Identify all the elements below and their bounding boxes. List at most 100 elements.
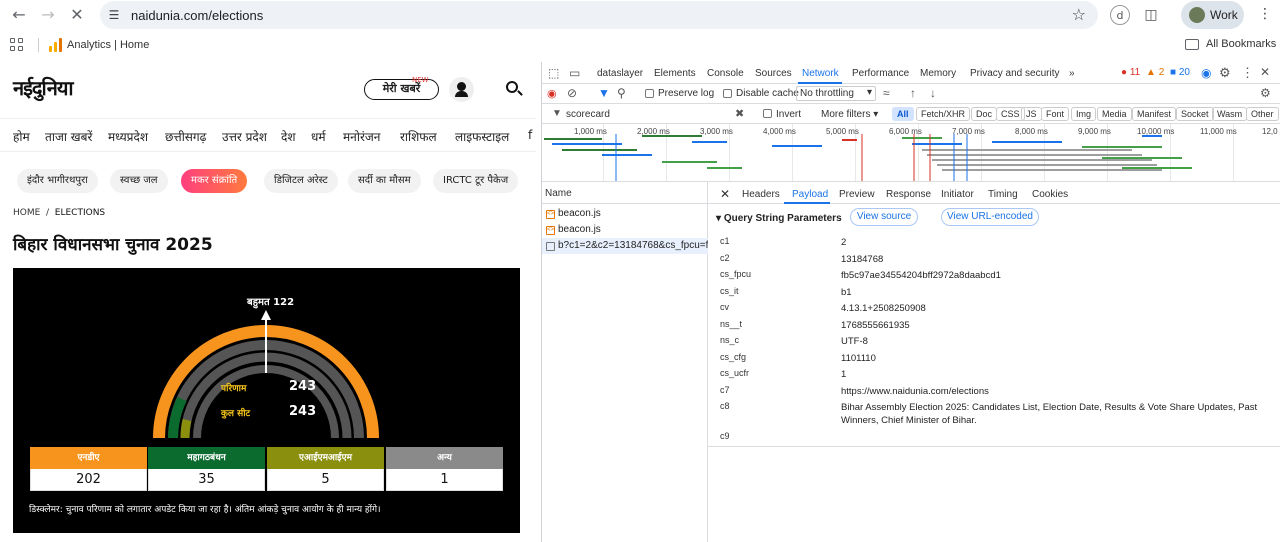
error-count[interactable]: ● 11 [1121, 67, 1140, 78]
breadcrumb-home[interactable]: HOME [13, 208, 40, 218]
devtools-menu-icon[interactable]: ⋮ [1241, 65, 1254, 81]
throttling-select[interactable]: No throttling ▾ [796, 86, 876, 101]
more-filters-dropdown[interactable]: More filters ▾ [821, 109, 878, 120]
network-timeline[interactable]: 1,000 ms 2,000 ms 3,000 ms 4,000 ms 5,00… [542, 124, 1280, 182]
profile-button[interactable]: Work [1181, 1, 1244, 29]
tab-console[interactable]: Console [707, 68, 744, 79]
nav-item-desh[interactable]: देश [281, 128, 296, 145]
chip-swachh-jal[interactable]: स्वच्छ जल [110, 169, 168, 193]
name-column-header[interactable]: Name [542, 182, 708, 204]
tab-dataslayer[interactable]: dataslayer [597, 68, 643, 79]
nav-item-manoranjan[interactable]: मनोरंजन [343, 128, 380, 145]
nav-item-cg[interactable]: छत्तीसगढ़ [165, 128, 206, 145]
clear-filter-icon[interactable]: ✖ [735, 107, 744, 120]
tab-privacy-security[interactable]: Privacy and security [970, 68, 1059, 79]
filter-js[interactable]: JS [1021, 107, 1042, 121]
user-icon[interactable] [449, 77, 474, 102]
nav-item-up[interactable]: उत्तर प्रदेश [222, 128, 267, 145]
warning-count[interactable]: ▲ 2 [1146, 67, 1164, 78]
error-count-value: 11 [1129, 67, 1141, 78]
back-icon[interactable]: ← [8, 4, 30, 26]
extension-d-icon[interactable]: d [1110, 5, 1130, 25]
clear-icon[interactable]: ⊘ [567, 86, 577, 100]
preserve-log-checkbox[interactable] [645, 89, 654, 98]
filter-other[interactable]: Other [1246, 107, 1279, 121]
tab-elements[interactable]: Elements [654, 68, 696, 79]
forward-icon[interactable]: → [37, 4, 59, 26]
record-icon[interactable]: ◉ [547, 87, 557, 100]
filter-fetch-xhr[interactable]: Fetch/XHR [916, 107, 971, 121]
filter-icon[interactable]: ▼ [598, 86, 610, 100]
nav-item-more[interactable]: f [528, 128, 532, 142]
device-toolbar-icon[interactable]: ▭ [569, 66, 580, 80]
dataslayer-ext-icon[interactable]: ◉ [1201, 66, 1211, 80]
invert-checkbox[interactable] [763, 109, 772, 118]
nav-item-mp[interactable]: मध्यप्रदेश [108, 128, 148, 145]
filter-socket[interactable]: Socket [1176, 107, 1214, 121]
search-icon[interactable] [506, 81, 518, 93]
issue-count-value: 20 [1178, 67, 1190, 78]
stop-icon[interactable]: ✕ [66, 4, 88, 26]
filter-font[interactable]: Font [1041, 107, 1070, 121]
network-settings-icon[interactable]: ⚙ [1260, 86, 1271, 100]
filter-doc[interactable]: Doc [971, 107, 998, 121]
address-bar[interactable]: ☰ naidunia.com/elections ☆ [100, 1, 1098, 29]
tab-network[interactable]: Network [802, 68, 839, 79]
more-tabs-icon[interactable]: » [1069, 68, 1075, 79]
chip-makar-sankranti[interactable]: मकर संक्रांति [181, 169, 248, 193]
detail-tab-preview[interactable]: Preview [839, 189, 875, 200]
section-toggle[interactable]: ▾ Query String Parameters [716, 213, 842, 224]
detail-tab-response[interactable]: Response [886, 189, 931, 200]
chip-sardi[interactable]: सर्दी का मौसम [348, 169, 421, 193]
request-name: beacon.js [558, 224, 601, 235]
filter-wasm[interactable]: Wasm [1212, 107, 1248, 121]
import-har-icon[interactable]: ↑ [910, 86, 916, 100]
meri-khabar-button[interactable]: मेरी खबरें NEW [364, 76, 439, 100]
nav-item-rashifal[interactable]: राशिफल [400, 128, 437, 145]
detail-tab-payload[interactable]: Payload [792, 189, 828, 200]
issue-count[interactable]: ■ 20 [1170, 67, 1190, 78]
filter-img[interactable]: Img [1071, 107, 1097, 121]
settings-gear-icon[interactable]: ⚙ [1219, 65, 1231, 81]
chip-irctc[interactable]: IRCTC टूर पैकेज [433, 169, 519, 193]
tab-performance[interactable]: Performance [852, 68, 909, 79]
request-row-selected[interactable]: b?c1=2&c2=13184768&cs_fpcu=f... [542, 238, 708, 254]
view-source-button[interactable]: View source [850, 208, 918, 226]
detail-tab-cookies[interactable]: Cookies [1032, 189, 1068, 200]
close-devtools-icon[interactable]: ✕ [1260, 65, 1270, 79]
view-url-encoded-button[interactable]: View URL-encoded [941, 208, 1039, 226]
nav-item-lifestyle[interactable]: लाइफस्टाइल [455, 128, 509, 145]
nav-item-home[interactable]: होम [13, 128, 30, 145]
chip-digital-arrest[interactable]: डिजिटल अरेस्ट [264, 169, 338, 193]
bookmark-analytics[interactable]: Analytics | Home [67, 39, 149, 51]
filter-manifest[interactable]: Manifest [1132, 107, 1177, 121]
close-detail-icon[interactable]: ✕ [720, 187, 730, 201]
nav-item-latest[interactable]: ताजा खबरें [45, 128, 92, 145]
filter-all[interactable]: All [892, 107, 914, 121]
inspect-element-icon[interactable]: ⬚ [548, 66, 559, 80]
detail-tab-headers[interactable]: Headers [742, 189, 780, 200]
filter-input[interactable]: scorecard [566, 109, 744, 123]
tab-sources[interactable]: Sources [755, 68, 792, 79]
all-bookmarks[interactable]: All Bookmarks [1206, 38, 1276, 50]
browser-menu-icon[interactable]: ⋮ [1258, 6, 1272, 22]
tab-memory[interactable]: Memory [920, 68, 956, 79]
filter-media[interactable]: Media [1097, 107, 1132, 121]
site-logo[interactable]: नईदुनिया [13, 74, 74, 101]
network-conditions-icon[interactable]: ≈ [883, 86, 890, 100]
site-info-icon[interactable]: ☰ [106, 7, 122, 23]
nav-item-dharm[interactable]: धर्म [311, 128, 326, 145]
bookmark-star-icon[interactable]: ☆ [1072, 5, 1086, 24]
extensions-puzzle-icon[interactable]: ◫ [1141, 5, 1161, 25]
detail-tab-initiator[interactable]: Initiator [941, 189, 974, 200]
request-row[interactable]: <> beacon.js [542, 206, 708, 222]
apps-grid-icon[interactable] [10, 38, 24, 52]
majority-arrow-icon [261, 310, 271, 320]
chip-indore[interactable]: इंदौर भागीरथपुरा [17, 169, 98, 193]
request-row[interactable]: <> beacon.js [542, 222, 708, 238]
export-har-icon[interactable]: ↓ [930, 86, 936, 100]
disable-cache-checkbox[interactable] [723, 89, 732, 98]
url-text[interactable]: naidunia.com/elections [131, 8, 263, 23]
search-icon[interactable]: ⚲ [617, 86, 626, 100]
detail-tab-timing[interactable]: Timing [988, 189, 1018, 200]
